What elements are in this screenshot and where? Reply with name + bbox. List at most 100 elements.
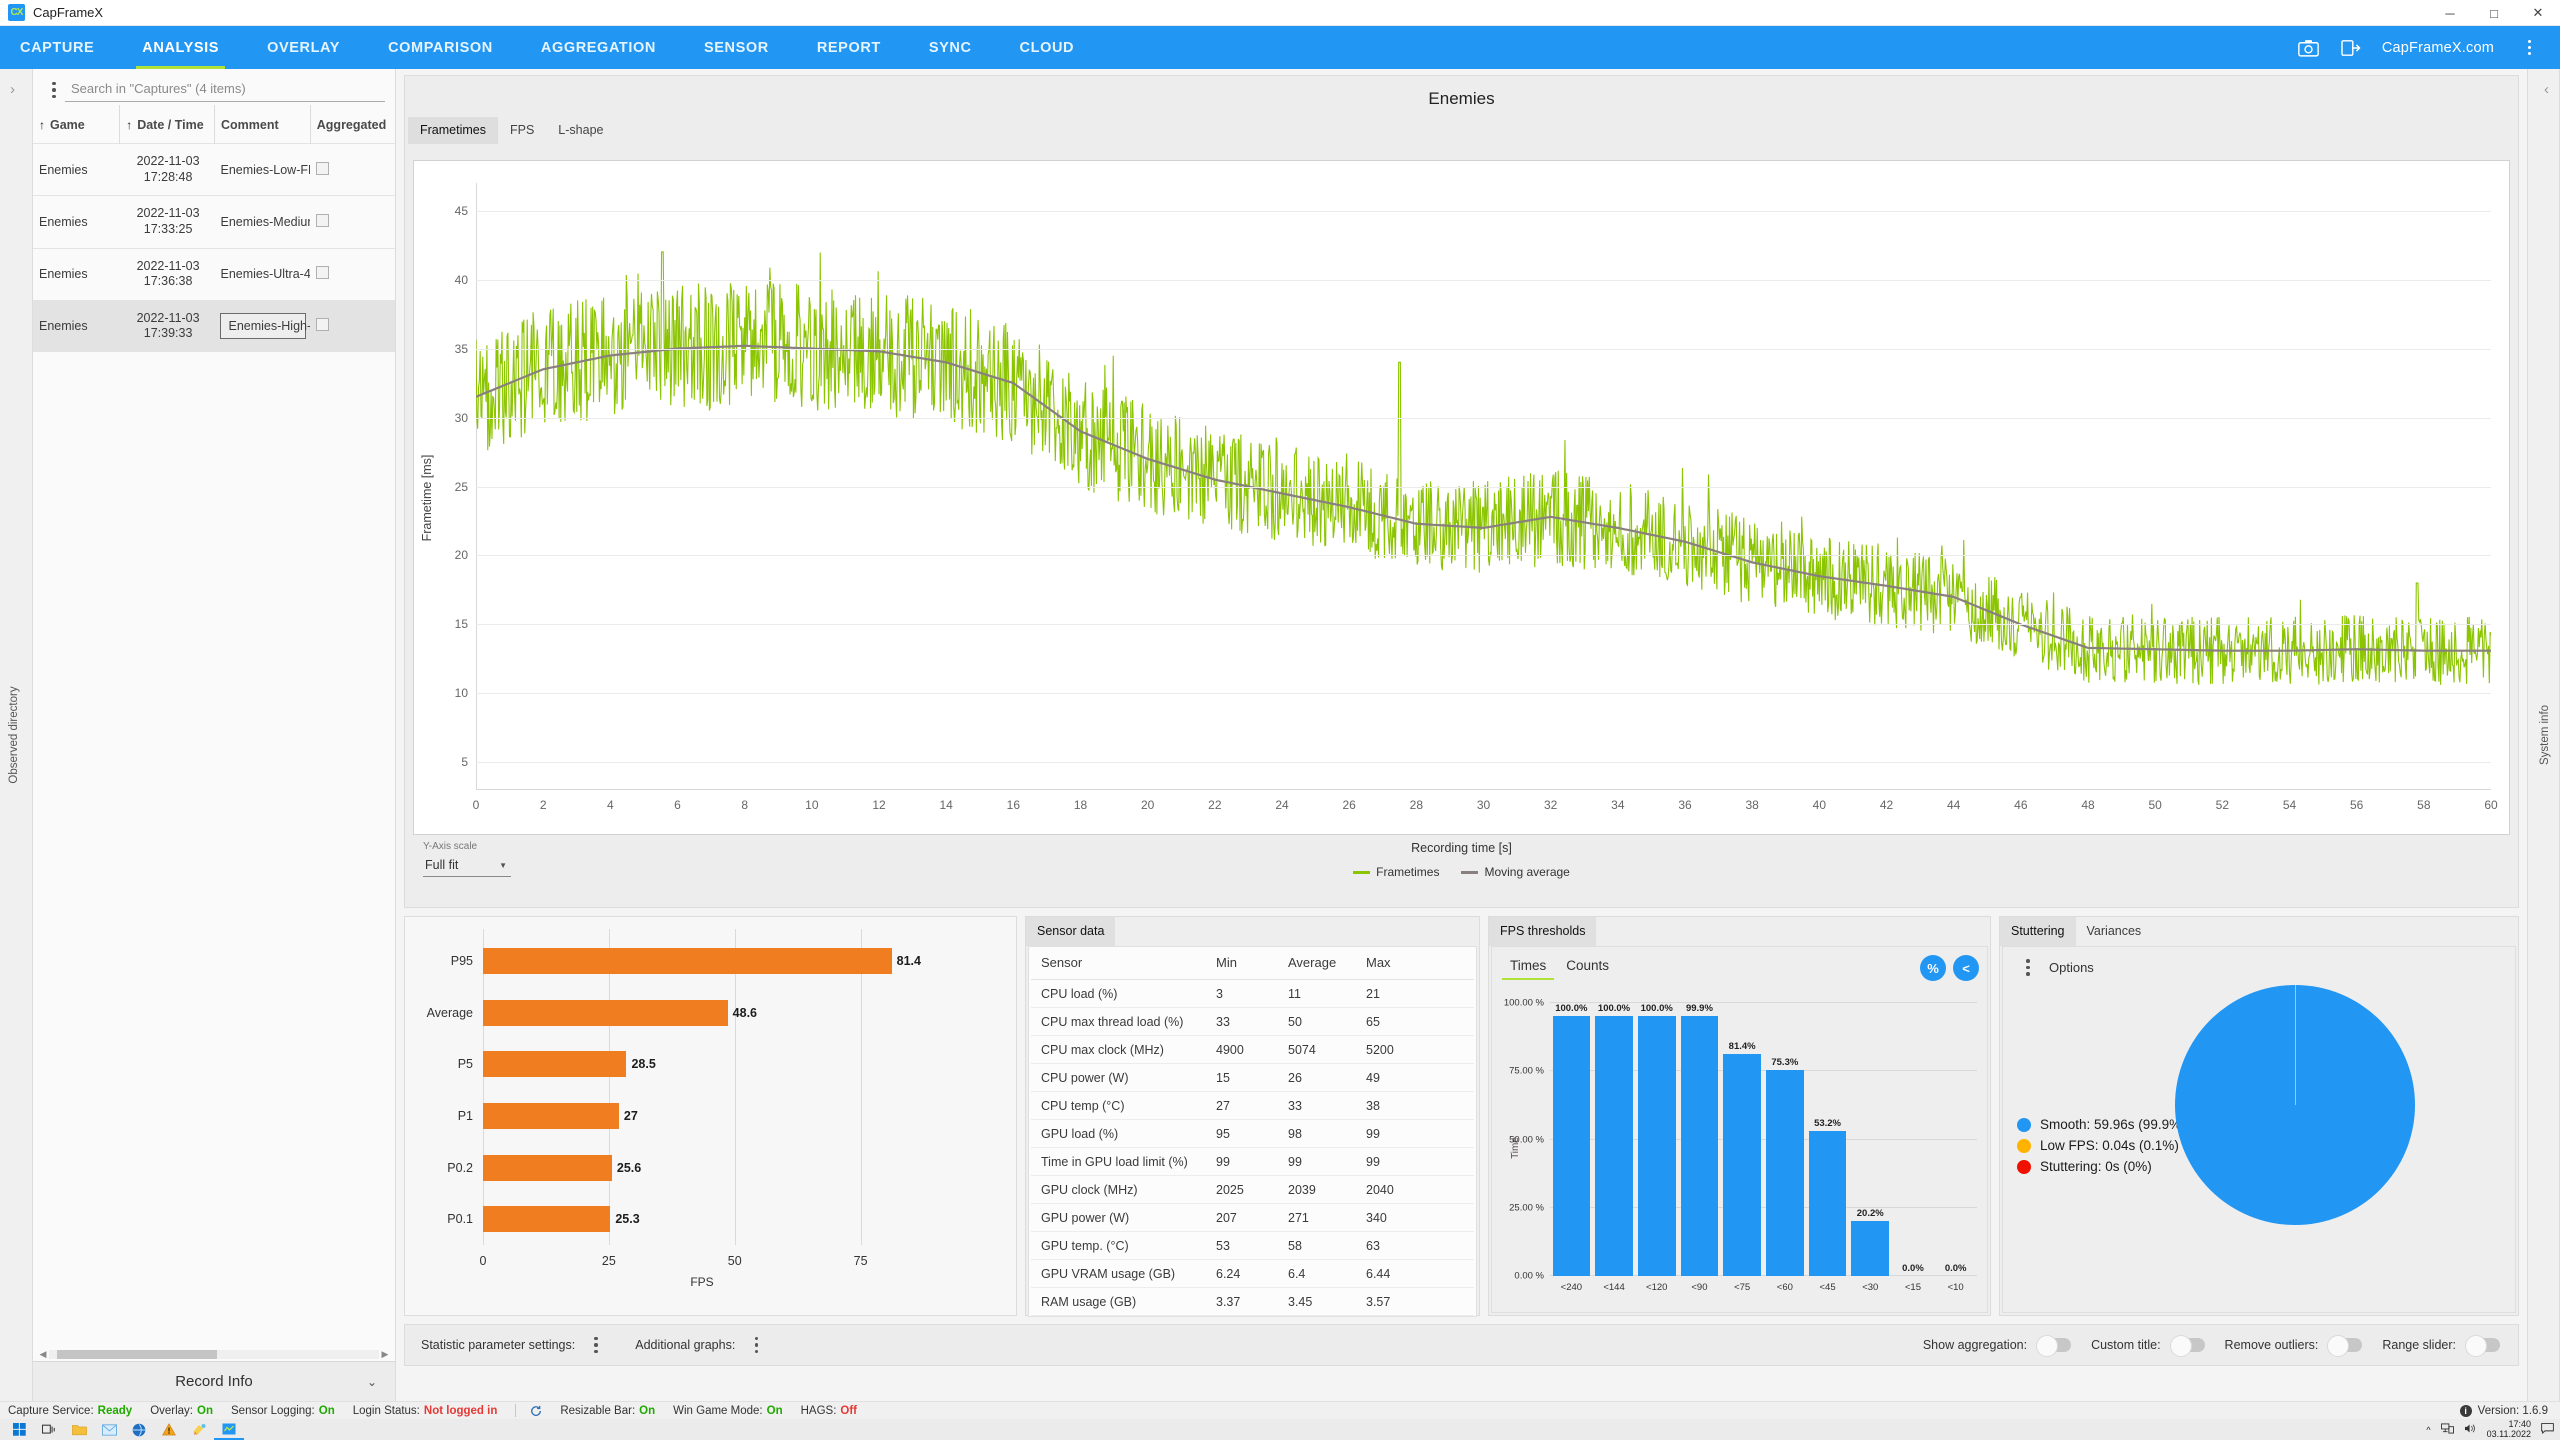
tab-lshape[interactable]: L-shape [546, 117, 615, 144]
fps-threshold-bar-group[interactable]: 0.0% [1937, 1003, 1975, 1276]
checkbox[interactable] [316, 318, 330, 332]
cell-aggregated[interactable] [310, 142, 395, 196]
show-aggregation-control[interactable]: Show aggregation: [1923, 1335, 2072, 1357]
volume-icon[interactable] [2464, 1423, 2477, 1436]
screenshot-icon[interactable] [2291, 32, 2327, 64]
chevron-left-icon[interactable]: ‹ [2544, 81, 2549, 98]
nav-tab-cloud[interactable]: CLOUD [1020, 26, 1075, 69]
tab-variances[interactable]: Variances [2076, 917, 2153, 946]
nav-tab-sensor[interactable]: SENSOR [704, 26, 769, 69]
checkbox[interactable] [316, 161, 330, 175]
column-header-datetime[interactable]: ↑ Date / Time [119, 105, 215, 144]
notification-icon[interactable] [2541, 1423, 2554, 1436]
cell-comment[interactable]: Enemies-Low-FH [214, 142, 311, 196]
fps-threshold-bar-group[interactable]: 20.2% [1851, 1003, 1890, 1276]
maximize-button[interactable]: □ [2472, 0, 2516, 26]
close-button[interactable]: ✕ [2516, 0, 2560, 26]
brand-link[interactable]: CapFrameX.com [2382, 40, 2494, 56]
capframex-icon[interactable] [214, 1419, 244, 1440]
tab-fps-thresholds[interactable]: FPS thresholds [1489, 917, 1597, 946]
tab-frametimes[interactable]: Frametimes [408, 117, 498, 144]
nav-tab-aggregation[interactable]: AGGREGATION [541, 26, 656, 69]
fps-threshold-bar-group[interactable]: 53.2% [1808, 1003, 1847, 1276]
explorer-icon[interactable] [64, 1419, 94, 1440]
cell-comment-editable[interactable]: Enemies-High-4l [214, 299, 311, 352]
stuttering-options-menu-icon[interactable] [2017, 959, 2039, 976]
column-header-aggregated[interactable]: Aggregated [310, 105, 395, 144]
fps-threshold-bar-group[interactable]: 100.0% [1595, 1003, 1633, 1276]
percentile-row[interactable]: P1 27 [458, 1102, 921, 1129]
percentile-row[interactable]: P5 28.5 [458, 1051, 921, 1078]
cell-aggregated[interactable] [310, 247, 395, 301]
scroll-right-icon[interactable]: ▶ [379, 1349, 391, 1360]
checkbox[interactable] [316, 213, 330, 227]
range-slider-toggle[interactable] [2465, 1335, 2500, 1357]
range-slider-control[interactable]: Range slider: [2382, 1335, 2500, 1357]
scrollbar-track[interactable] [49, 1349, 379, 1359]
checkbox[interactable] [316, 266, 330, 280]
statistic-parameter-settings[interactable]: Statistic parameter settings: [421, 1336, 607, 1354]
show-aggregation-toggle[interactable] [2036, 1335, 2072, 1357]
table-row[interactable]: Enemies 2022-11-03 17:36:38 Enemies-Ultra… [33, 247, 395, 301]
stuttering-options[interactable]: Options [2003, 947, 2515, 976]
nav-tab-overlay[interactable]: OVERLAY [267, 26, 340, 69]
subtab-counts[interactable]: Counts [1556, 953, 1619, 980]
subtab-times[interactable]: Times [1500, 953, 1556, 980]
fps-threshold-bar-group[interactable]: 75.3% [1766, 1003, 1804, 1276]
tab-fps[interactable]: FPS [498, 117, 546, 144]
percentile-row[interactable]: Average 48.6 [427, 999, 921, 1026]
mail-icon[interactable] [94, 1419, 124, 1440]
remove-outliers-toggle[interactable] [2327, 1335, 2363, 1357]
nav-tab-comparison[interactable]: COMPARISON [388, 26, 493, 69]
paint-icon[interactable] [184, 1419, 214, 1440]
scrollbar-thumb[interactable] [57, 1349, 217, 1359]
network-icon[interactable] [2440, 1423, 2454, 1436]
table-row[interactable]: Enemies 2022-11-03 17:33:25 Enemies-Mediu… [33, 195, 395, 248]
chevron-up-icon[interactable]: ^ [2426, 1425, 2430, 1435]
nav-tab-analysis[interactable]: ANALYSIS [136, 26, 225, 69]
kebab-menu-icon[interactable] [2511, 32, 2547, 64]
cell-aggregated[interactable] [310, 299, 395, 352]
observed-directory-rail[interactable]: › Observed directory [0, 69, 33, 1401]
fps-threshold-bar-group[interactable]: 81.4% [1723, 1003, 1761, 1276]
custom-title-toggle[interactable] [2169, 1335, 2205, 1357]
refresh-icon[interactable] [530, 1405, 542, 1417]
table-row-selected[interactable]: Enemies 2022-11-03 17:39:33 Enemies-High-… [33, 299, 395, 352]
cell-aggregated[interactable] [310, 195, 395, 248]
capture-list-horizontal-scrollbar[interactable]: ◀ ▶ [33, 1347, 395, 1361]
cell-comment[interactable]: Enemies-Mediur [214, 195, 311, 248]
record-info-expander[interactable]: Record Info ⌄ [33, 1361, 395, 1401]
cell-comment[interactable]: Enemies-Ultra-4l [214, 247, 311, 301]
chevron-down-icon[interactable]: ⌄ [367, 1375, 377, 1389]
search-input[interactable] [65, 78, 385, 102]
remove-outliers-control[interactable]: Remove outliers: [2225, 1335, 2363, 1357]
percentile-row[interactable]: P95 81.4 [451, 947, 921, 974]
tab-stuttering[interactable]: Stuttering [2000, 917, 2076, 946]
task-view-icon[interactable] [34, 1419, 64, 1440]
percentile-row[interactable]: P0.1 25.3 [447, 1206, 921, 1233]
frametimes-plot[interactable]: Frametime [ms] 5 10 15 20 25 30 35 40 45 0 2 4 6 8 10 1… [413, 160, 2510, 835]
minimize-button[interactable]: ─ [2428, 0, 2472, 26]
fps-threshold-bar-group[interactable]: 0.0% [1894, 1003, 1932, 1276]
capture-list-menu-icon[interactable] [43, 81, 65, 99]
less-than-toggle-button[interactable]: < [1953, 955, 1979, 981]
fps-threshold-bar-group[interactable]: 100.0% [1637, 1003, 1676, 1276]
fps-threshold-bar-group[interactable]: 99.9% [1680, 1003, 1719, 1276]
nav-tab-report[interactable]: REPORT [817, 26, 881, 69]
nav-tab-sync[interactable]: SYNC [929, 26, 972, 69]
scroll-left-icon[interactable]: ◀ [37, 1349, 49, 1360]
column-header-comment[interactable]: Comment [214, 105, 311, 144]
browser-icon[interactable] [124, 1419, 154, 1440]
statistic-parameter-settings-menu-icon[interactable] [585, 1336, 607, 1354]
legend-item-moving-average[interactable]: Moving average [1461, 865, 1570, 879]
additional-graphs-menu-icon[interactable] [745, 1336, 767, 1354]
system-info-rail[interactable]: ‹ System info [2527, 69, 2560, 1401]
taskbar-clock[interactable]: 17:40 03.11.2022 [2487, 1419, 2531, 1439]
legend-item-frametimes[interactable]: Frametimes [1353, 865, 1439, 879]
fps-threshold-bar-group[interactable]: 100.0% [1552, 1003, 1591, 1276]
tab-sensor-data[interactable]: Sensor data [1026, 917, 1116, 946]
additional-graphs[interactable]: Additional graphs: [635, 1336, 767, 1354]
warning-icon[interactable] [154, 1419, 184, 1440]
percentile-row[interactable]: P0.2 25.6 [447, 1154, 921, 1181]
chevron-right-icon[interactable]: › [10, 81, 15, 98]
